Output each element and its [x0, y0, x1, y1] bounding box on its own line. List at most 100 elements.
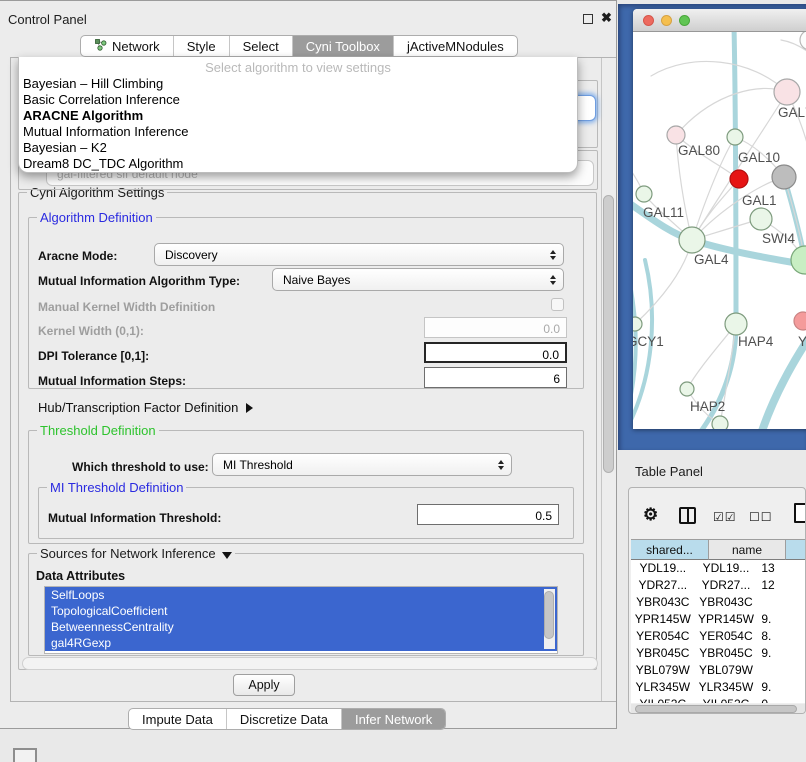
network-node[interactable] — [636, 186, 652, 202]
attribute-list-item[interactable]: SelfLoops — [45, 587, 557, 603]
dpi-tolerance-field[interactable]: 0.0 — [424, 342, 567, 363]
list-scrollbar-thumb[interactable] — [544, 591, 554, 639]
table-cell[interactable]: 13 — [757, 560, 806, 577]
list-scrollbar[interactable] — [544, 589, 555, 649]
network-window-titlebar[interactable] — [633, 9, 806, 32]
attribute-list-item[interactable]: TopologicalCoefficient — [45, 603, 557, 619]
network-node[interactable] — [725, 313, 747, 335]
kernel-width-field[interactable]: 0.0 — [424, 317, 567, 338]
mi-steps-field[interactable]: 6 — [424, 367, 567, 388]
dropdown-item[interactable]: Dream8 DC_TDC Algorithm — [19, 156, 577, 172]
network-node[interactable] — [791, 246, 806, 274]
network-node[interactable] — [679, 227, 705, 253]
tab-select[interactable]: Select — [229, 36, 292, 56]
dropdown-item[interactable]: Basic Correlation Inference — [19, 92, 577, 108]
dropdown-item[interactable]: Mutual Information Inference — [19, 124, 577, 140]
table-row[interactable]: YDR27...YDR27...12 — [631, 577, 806, 594]
table-cell[interactable]: 9. — [757, 611, 806, 628]
table-row[interactable]: YBR043CYBR043C — [631, 594, 806, 611]
hub-definition-expander[interactable]: Hub/Transcription Factor Definition — [38, 400, 253, 415]
mi-type-combobox[interactable]: Naive Bayes — [272, 268, 564, 291]
table-cell[interactable]: 9. — [757, 679, 806, 696]
table-row[interactable]: YDL19...YDL19...13 — [631, 560, 806, 577]
deselect-all-checkboxes-icon[interactable]: ☐☐ — [749, 510, 773, 524]
table-row[interactable]: YIL052CYIL052C0 — [631, 696, 806, 703]
network-edge[interactable] — [692, 92, 787, 240]
column-header-shared-name[interactable]: shared... — [631, 539, 709, 560]
which-threshold-combobox[interactable]: MI Threshold — [212, 453, 512, 476]
settings-horizontal-scrollbar[interactable] — [22, 657, 598, 670]
export-table-icon[interactable] — [794, 503, 806, 523]
table-cell[interactable]: YBL079W — [631, 662, 695, 679]
select-all-checkboxes-icon[interactable]: ☑☑ — [713, 510, 737, 524]
table-cell[interactable]: YIL052C — [631, 696, 695, 703]
table-row[interactable]: YPR145WYPR145W9. — [631, 611, 806, 628]
network-canvas[interactable]: GAL7GAL80GAL10GAL1GAL11SWI4GAL4GCY1HAP4Y… — [633, 32, 806, 429]
table-cell[interactable]: 8. — [757, 628, 806, 645]
table-cell[interactable]: YBR043C — [631, 594, 695, 611]
sources-group-title[interactable]: Sources for Network Inference — [37, 546, 235, 561]
table-row[interactable]: YBR045CYBR045C9. — [631, 645, 806, 662]
table-cell[interactable]: YBR045C — [695, 645, 758, 662]
table-horizontal-scrollbar[interactable] — [631, 704, 805, 714]
table-row[interactable]: YBL079WYBL079W — [631, 662, 806, 679]
table-cell[interactable]: YDL19... — [695, 560, 758, 577]
network-node[interactable] — [712, 416, 728, 429]
network-edge[interactable] — [635, 240, 692, 324]
tab-impute-data[interactable]: Impute Data — [129, 709, 226, 729]
tab-infer-network[interactable]: Infer Network — [341, 709, 445, 729]
table-cell[interactable]: YBL079W — [695, 662, 758, 679]
network-node[interactable] — [633, 317, 642, 331]
network-node[interactable] — [727, 129, 743, 145]
table-cell[interactable]: YLR345W — [695, 679, 758, 696]
network-edge[interactable] — [651, 61, 787, 92]
tab-jactivemnodules[interactable]: jActiveMNodules — [393, 36, 517, 56]
table-cell[interactable]: 0 — [757, 696, 806, 703]
table-cell[interactable]: YIL052C — [695, 696, 758, 703]
table-cell[interactable]: 12 — [757, 577, 806, 594]
data-attributes-list[interactable]: SelfLoopsTopologicalCoefficientBetweenne… — [44, 586, 558, 654]
tab-style[interactable]: Style — [173, 36, 229, 56]
table-cell[interactable]: 9. — [757, 645, 806, 662]
table-cell[interactable]: YER054C — [631, 628, 695, 645]
network-edge[interactable] — [699, 32, 736, 429]
network-node[interactable] — [774, 79, 800, 105]
float-window-icon[interactable] — [583, 14, 593, 24]
network-node[interactable] — [680, 382, 694, 396]
network-node[interactable] — [667, 126, 685, 144]
settings-scrollbar-thumb[interactable] — [603, 195, 614, 473]
tab-network[interactable]: Network — [81, 36, 173, 56]
network-view-window[interactable]: GAL7GAL80GAL10GAL1GAL11SWI4GAL4GCY1HAP4Y… — [633, 9, 806, 429]
network-node[interactable] — [772, 165, 796, 189]
network-node[interactable] — [750, 208, 772, 230]
network-edge[interactable] — [676, 88, 787, 135]
attribute-list-item[interactable]: gal4RGexp — [45, 635, 557, 651]
table-cell[interactable]: YPR145W — [631, 611, 695, 628]
close-panel-icon[interactable]: ✖ — [601, 10, 612, 26]
table-row[interactable]: YLR345WYLR345W9. — [631, 679, 806, 696]
table-cell[interactable] — [757, 594, 806, 611]
gear-icon[interactable]: ⚙ — [643, 505, 658, 525]
dropdown-item[interactable]: Bayesian – K2 — [19, 140, 577, 156]
close-window-icon[interactable] — [643, 15, 654, 26]
table-cell[interactable]: YER054C — [695, 628, 758, 645]
table-cell[interactable] — [757, 662, 806, 679]
column-header-extra[interactable] — [786, 539, 806, 560]
table-scrollbar-thumb[interactable] — [635, 705, 797, 713]
table-cell[interactable]: YDR27... — [695, 577, 758, 594]
table-cell[interactable]: YDR27... — [631, 577, 695, 594]
dropdown-item[interactable]: ARACNE Algorithm — [19, 108, 577, 124]
columns-icon[interactable] — [679, 507, 696, 524]
network-node[interactable] — [730, 170, 748, 188]
table-cell[interactable]: YBR045C — [631, 645, 695, 662]
tab-cyni-toolbox[interactable]: Cyni Toolbox — [292, 36, 393, 56]
table-cell[interactable]: YLR345W — [631, 679, 695, 696]
table-cell[interactable]: YBR043C — [695, 594, 758, 611]
apply-button[interactable]: Apply — [233, 674, 295, 696]
minimize-window-icon[interactable] — [661, 15, 672, 26]
maximize-window-icon[interactable] — [679, 15, 690, 26]
table-cell[interactable]: YPR145W — [695, 611, 758, 628]
network-node[interactable] — [794, 312, 806, 330]
column-header-name[interactable]: name — [709, 539, 786, 560]
tab-discretize-data[interactable]: Discretize Data — [226, 709, 341, 729]
